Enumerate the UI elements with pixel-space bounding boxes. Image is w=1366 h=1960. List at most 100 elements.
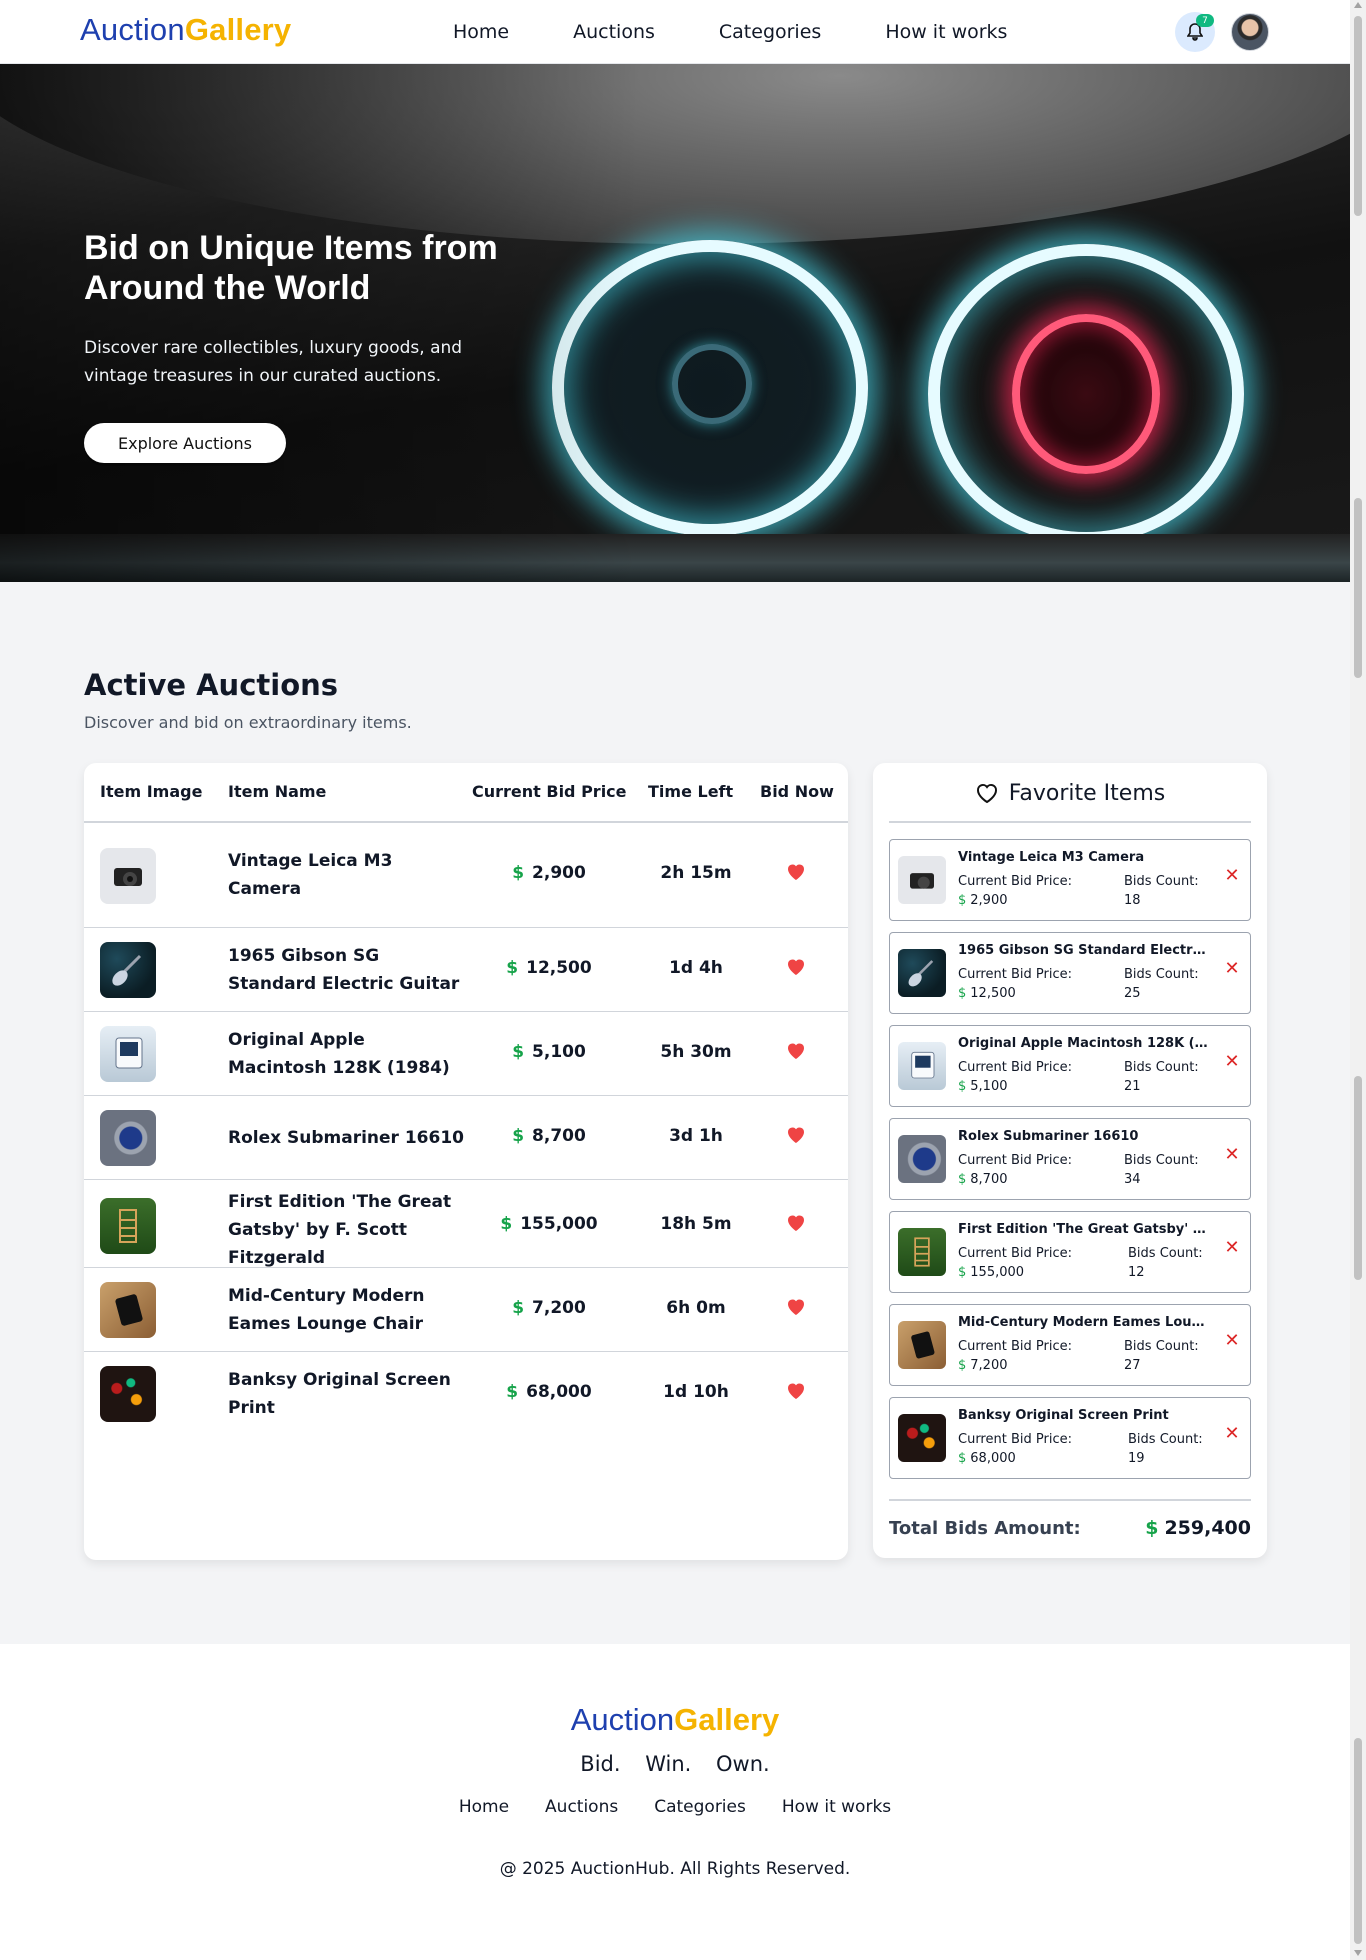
heart-icon[interactable] bbox=[784, 954, 808, 978]
heart-icon[interactable] bbox=[784, 1038, 808, 1062]
section-title: Active Auctions bbox=[84, 668, 339, 702]
item-image bbox=[100, 1198, 156, 1254]
scroll-down-arrow[interactable] bbox=[1354, 1950, 1362, 1956]
favorite-price-label: Current Bid Price: bbox=[958, 1432, 1072, 1447]
favorite-item-name: 1965 Gibson SG Standard Electric G... bbox=[958, 943, 1208, 958]
notification-badge: 7 bbox=[1196, 14, 1214, 27]
item-name: Banksy Original Screen Print bbox=[228, 1370, 451, 1418]
footer-nav-home[interactable]: Home bbox=[459, 1797, 509, 1817]
favorite-item: Rolex Submariner 16610 Current Bid Price… bbox=[889, 1118, 1251, 1200]
table-row: 1965 Gibson SG Standard Electric Guitar … bbox=[84, 928, 848, 1012]
favorite-bids-value: 12 bbox=[1128, 1265, 1145, 1280]
favorite-item-name: Rolex Submariner 16610 bbox=[958, 1129, 1139, 1144]
notification-button[interactable]: 7 bbox=[1175, 12, 1215, 52]
item-price: $5,100 bbox=[512, 1042, 586, 1062]
total-bids-label: Total Bids Amount: bbox=[889, 1518, 1081, 1539]
favorite-item-image bbox=[898, 1042, 946, 1090]
favorite-bids-value: 21 bbox=[1124, 1079, 1141, 1094]
scroll-thumb[interactable] bbox=[1354, 1076, 1362, 1280]
section-subtitle: Discover and bid on extraordinary items. bbox=[84, 713, 412, 732]
favorite-price-value: $5,100 bbox=[958, 1079, 1008, 1094]
total-bids-value: $259,400 bbox=[1145, 1517, 1251, 1539]
user-avatar[interactable] bbox=[1231, 13, 1269, 51]
col-time-left: Time Left bbox=[648, 782, 734, 801]
favorite-item-name: First Edition 'The Great Gatsby' by F... bbox=[958, 1222, 1208, 1237]
heart-icon[interactable] bbox=[784, 859, 808, 883]
heart-icon[interactable] bbox=[784, 1122, 808, 1146]
remove-favorite-icon[interactable]: ✕ bbox=[1224, 1425, 1240, 1443]
item-name: 1965 Gibson SG Standard Electric Guitar bbox=[228, 946, 460, 994]
item-time-left: 1d 10h bbox=[663, 1382, 729, 1402]
scroll-thumb[interactable] bbox=[1354, 1738, 1362, 1944]
favorite-bids-label: Bids Count: bbox=[1128, 1432, 1203, 1447]
scroll-up-arrow[interactable] bbox=[1354, 2, 1362, 8]
favorite-price-label: Current Bid Price: bbox=[958, 1153, 1072, 1168]
favorite-price-label: Current Bid Price: bbox=[958, 967, 1072, 982]
item-time-left: 1d 4h bbox=[669, 958, 723, 978]
nav-home[interactable]: Home bbox=[453, 21, 509, 43]
favorite-bids-label: Bids Count: bbox=[1128, 1246, 1203, 1261]
col-item-image: Item Image bbox=[100, 782, 203, 801]
copyright-text: @ 2025 AuctionHub. All Rights Reserved. bbox=[499, 1859, 851, 1879]
heart-icon[interactable] bbox=[784, 1210, 808, 1234]
footer-tagline: Bid. Win. Own. bbox=[580, 1752, 770, 1776]
footer-nav: Home Auctions Categories How it works bbox=[0, 1797, 1350, 1817]
item-image bbox=[100, 1366, 156, 1422]
favorite-price-value: $8,700 bbox=[958, 1172, 1008, 1187]
favorite-item-image bbox=[898, 1228, 946, 1276]
favorite-bids-label: Bids Count: bbox=[1124, 1060, 1199, 1075]
remove-favorite-icon[interactable]: ✕ bbox=[1224, 1332, 1240, 1350]
item-time-left: 3d 1h bbox=[669, 1126, 723, 1146]
item-image bbox=[100, 1282, 156, 1338]
item-image bbox=[100, 1110, 156, 1166]
remove-favorite-icon[interactable]: ✕ bbox=[1224, 1053, 1240, 1071]
favorite-bids-label: Bids Count: bbox=[1124, 874, 1199, 889]
hero-headlight-right bbox=[928, 244, 1244, 544]
favorite-bids-value: 18 bbox=[1124, 893, 1141, 908]
favorite-item: 1965 Gibson SG Standard Electric G... Cu… bbox=[889, 932, 1251, 1014]
remove-favorite-icon[interactable]: ✕ bbox=[1224, 1239, 1240, 1257]
favorite-bids-value: 19 bbox=[1128, 1451, 1145, 1466]
favorite-item: Banksy Original Screen Print Current Bid… bbox=[889, 1397, 1251, 1479]
nav-how-it-works[interactable]: How it works bbox=[885, 21, 1007, 43]
page-scrollbar[interactable] bbox=[1350, 0, 1366, 1960]
favorite-price-label: Current Bid Price: bbox=[958, 1339, 1072, 1354]
footer: AuctionGallery Bid. Win. Own. Home Aucti… bbox=[0, 1644, 1350, 1960]
favorite-item-name: Banksy Original Screen Print bbox=[958, 1408, 1169, 1423]
hero-subtitle: Discover rare collectibles, luxury goods… bbox=[84, 338, 463, 386]
table-row: First Edition 'The Great Gatsby' by F. S… bbox=[84, 1180, 848, 1268]
nav-auctions[interactable]: Auctions bbox=[573, 21, 655, 43]
nav-categories[interactable]: Categories bbox=[719, 21, 821, 43]
footer-nav-how-it-works[interactable]: How it works bbox=[782, 1797, 891, 1817]
scroll-thumb[interactable] bbox=[1354, 498, 1362, 678]
favorite-price-label: Current Bid Price: bbox=[958, 874, 1072, 889]
footer-logo[interactable]: AuctionGallery bbox=[0, 1702, 1350, 1738]
hero-title: Bid on Unique Items from Around the Worl… bbox=[84, 229, 498, 307]
item-time-left: 18h 5m bbox=[660, 1214, 732, 1234]
item-price: $2,900 bbox=[512, 863, 586, 883]
main-nav: Home Auctions Categories How it works bbox=[453, 0, 1071, 64]
table-row: Original Apple Macintosh 128K (1984) $5,… bbox=[84, 1012, 848, 1096]
favorite-bids-value: 27 bbox=[1124, 1358, 1141, 1373]
favorite-price-label: Current Bid Price: bbox=[958, 1060, 1072, 1075]
favorite-item: Original Apple Macintosh 128K (19... Cur… bbox=[889, 1025, 1251, 1107]
item-image bbox=[100, 1026, 156, 1082]
remove-favorite-icon[interactable]: ✕ bbox=[1224, 960, 1240, 978]
table-row: Mid-Century Modern Eames Lounge Chair $7… bbox=[84, 1268, 848, 1352]
remove-favorite-icon[interactable]: ✕ bbox=[1224, 867, 1240, 885]
footer-nav-auctions[interactable]: Auctions bbox=[545, 1797, 618, 1817]
remove-favorite-icon[interactable]: ✕ bbox=[1224, 1146, 1240, 1164]
item-name: Rolex Submariner 16610 bbox=[228, 1128, 464, 1148]
table-row: Banksy Original Screen Print $68,000 1d … bbox=[84, 1352, 848, 1436]
item-price: $8,700 bbox=[512, 1126, 586, 1146]
item-price: $7,200 bbox=[512, 1298, 586, 1318]
heart-icon[interactable] bbox=[784, 1294, 808, 1318]
footer-nav-categories[interactable]: Categories bbox=[654, 1797, 746, 1817]
favorite-price-value: $7,200 bbox=[958, 1358, 1008, 1373]
table-row: Rolex Submariner 16610 $8,700 3d 1h bbox=[84, 1096, 848, 1180]
explore-auctions-button[interactable]: Explore Auctions bbox=[84, 423, 286, 463]
heart-icon[interactable] bbox=[784, 1378, 808, 1402]
favorite-item-image bbox=[898, 949, 946, 997]
scroll-thumb[interactable] bbox=[1354, 16, 1362, 216]
brand-logo[interactable]: AuctionGallery bbox=[80, 12, 291, 48]
